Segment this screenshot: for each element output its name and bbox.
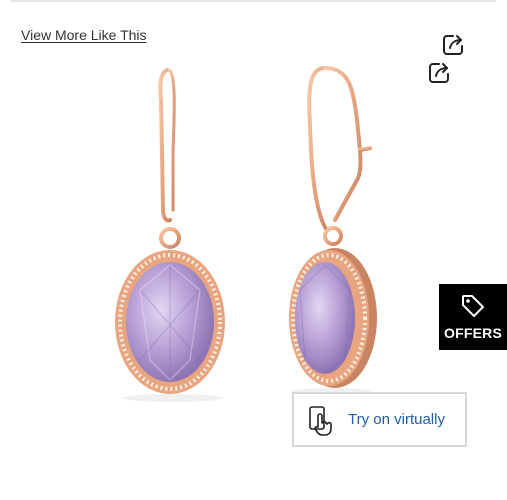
try-on-virtually-button[interactable]: Try on virtually [292,392,467,447]
tag-icon [460,293,486,319]
top-divider [11,0,496,2]
right-earring [289,66,377,388]
offers-button[interactable]: OFFERS [439,284,507,350]
view-more-like-this-link[interactable]: View More Like This [21,27,147,43]
left-earring [115,68,225,394]
share-icon[interactable] [439,31,467,59]
share-icon[interactable] [425,59,453,87]
try-on-label: Try on virtually [348,411,445,428]
hand-touch-icon [306,404,338,436]
offers-label: OFFERS [444,325,502,341]
product-image [95,60,395,405]
